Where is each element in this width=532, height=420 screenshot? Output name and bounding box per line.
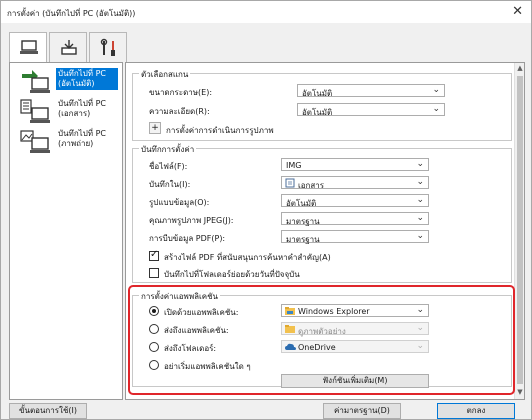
subfolder-checkbox[interactable] — [149, 268, 159, 278]
list-item-label: บันทึกไปที่ PC (เอกสาร) — [58, 99, 106, 118]
pdf-compression-select[interactable]: มาตรฐาน ⌄ — [281, 230, 429, 244]
tab-scan-to-pc[interactable] — [9, 32, 47, 63]
keyword-pdf-label: สร้างไฟล์ PDF ที่สนับสนุนการค้นหาคำสำคัญ… — [164, 253, 331, 262]
scan-mode-list: บันทึกไปที่ PC (อัตโนมัติ) บันทึกไปที่ P… — [9, 62, 123, 400]
keyword-pdf-row: ✓ สร้างไฟล์ PDF ที่สนับสนุนการค้นหาคำสำค… — [149, 249, 505, 263]
settings-window: การตั้งค่า (บันทึกไปที่ PC (อัตโนมัติ)) … — [0, 0, 532, 420]
paper-size-label: ขนาดกระดาษ(E): — [149, 88, 213, 97]
resolution-row: ความละเอียด(R): อัตโนมัติ ⌄ — [149, 103, 505, 117]
pc-document-icon — [20, 99, 50, 123]
chevron-down-icon: ⌄ — [416, 195, 424, 205]
jpeg-quality-label: คุณภาพรูปภาพ JPEG(J): — [149, 216, 234, 225]
file-name-label: ชื่อไฟล์(F): — [149, 162, 188, 171]
defaults-button[interactable]: ค่ามาตรฐาน(D) — [323, 403, 401, 419]
keyword-pdf-checkbox[interactable]: ✓ — [149, 249, 159, 261]
list-item-document[interactable]: บันทึกไปที่ PC (เอกสาร) — [12, 96, 120, 130]
window-title: การตั้งค่า (บันทึกไปที่ PC (อัตโนมัติ)) — [7, 9, 136, 18]
select-value: อัตโนมัติ — [302, 108, 333, 117]
data-format-label: รูปแบบข้อมูล(O): — [149, 198, 210, 207]
select-value: อัตโนมัติ — [286, 199, 317, 208]
list-item-photo[interactable]: บันทึกไปที่ PC (ภาพถ่าย) — [12, 126, 120, 160]
data-format-select[interactable]: อัตโนมัติ ⌄ — [281, 194, 429, 208]
ok-button[interactable]: ตกลง — [437, 403, 515, 419]
list-item-label: บันทึกไปที่ PC (ภาพถ่าย) — [58, 129, 106, 148]
image-processing-row: + การตั้งค่าการดำเนินการรูปภาพ — [149, 122, 505, 136]
file-name-row: ชื่อไฟล์(F): IMG ⌄ — [149, 158, 505, 172]
general-settings-tools-icon — [100, 38, 115, 56]
paper-size-row: ขนาดกระดาษ(E): อัตโนมัติ ⌄ — [149, 84, 505, 98]
title-bar: การตั้งค่า (บันทึกไปที่ PC (อัตโนมัติ)) … — [1, 1, 531, 23]
resolution-select[interactable]: อัตโนมัติ ⌄ — [297, 103, 445, 117]
documents-folder-icon — [285, 178, 295, 188]
group-title: ตัวเลือกสแกน — [139, 68, 191, 81]
data-format-row: รูปแบบข้อมูล(O): อัตโนมัติ ⌄ — [149, 194, 505, 208]
chevron-down-icon: ⌄ — [432, 85, 440, 95]
input-value: IMG — [286, 161, 302, 170]
scan-from-operation-panel-icon — [61, 40, 77, 55]
jpeg-quality-select[interactable]: มาตรฐาน ⌄ — [281, 212, 429, 226]
select-value: มาตรฐาน — [286, 235, 320, 244]
list-item-auto[interactable]: บันทึกไปที่ PC (อัตโนมัติ) — [12, 66, 120, 100]
chevron-down-icon: ⌄ — [416, 177, 424, 187]
scroll-thumb[interactable] — [517, 76, 523, 384]
subfolder-row: บันทึกไปที่โฟลเดอร์ย่อยด้วยวันที่ปัจจุบั… — [149, 266, 505, 280]
image-processing-label: การตั้งค่าการดำเนินการรูปภาพ — [166, 126, 274, 135]
save-settings-group: บันทึกการตั้งค่า ชื่อไฟล์(F): IMG ⌄ บันท… — [132, 143, 512, 283]
check-icon: ✓ — [150, 249, 159, 260]
tab-general-settings[interactable] — [89, 32, 127, 62]
pdf-compression-label: การบีบข้อมูล PDF(P): — [149, 234, 226, 243]
chevron-down-icon: ⌄ — [432, 104, 440, 114]
select-value: เอกสาร — [298, 181, 325, 190]
pdf-compression-row: การบีบข้อมูล PDF(P): มาตรฐาน ⌄ — [149, 230, 505, 244]
vertical-scrollbar[interactable]: ▲ ▼ — [514, 63, 524, 399]
save-in-row: บันทึกใน(I): เอกสาร ⌄ — [149, 176, 505, 190]
jpeg-quality-row: คุณภาพรูปภาพ JPEG(J): มาตรฐาน ⌄ — [149, 212, 505, 226]
resolution-label: ความละเอียด(R): — [149, 107, 210, 116]
group-title: บันทึกการตั้งค่า — [139, 143, 197, 156]
select-value: มาตรฐาน — [286, 217, 320, 226]
chevron-down-icon: ⌄ — [416, 159, 424, 169]
instructions-button[interactable]: ขั้นตอนการใช้(I) — [9, 403, 87, 419]
scroll-down-icon[interactable]: ▼ — [516, 388, 524, 398]
save-in-label: บันทึกใน(I): — [149, 180, 191, 189]
scan-options-group: ตัวเลือกสแกน ขนาดกระดาษ(E): อัตโนมัติ ⌄ … — [132, 68, 512, 141]
paper-size-select[interactable]: อัตโนมัติ ⌄ — [297, 84, 445, 98]
expand-button[interactable]: + — [149, 122, 161, 134]
chevron-down-icon: ⌄ — [416, 231, 424, 241]
pc-photo-icon — [20, 130, 50, 153]
scan-to-pc-icon — [20, 40, 38, 54]
scroll-up-icon[interactable]: ▲ — [516, 64, 524, 74]
tab-scan-from-operation-panel[interactable] — [49, 32, 87, 62]
select-value: อัตโนมัติ — [302, 89, 333, 98]
pc-auto-icon — [22, 70, 50, 93]
list-item-label: บันทึกไปที่ PC (อัตโนมัติ) — [56, 68, 118, 90]
close-icon[interactable]: ✕ — [512, 4, 523, 19]
save-in-select[interactable]: เอกสาร ⌄ — [281, 176, 429, 190]
chevron-down-icon: ⌄ — [416, 213, 424, 223]
file-name-input[interactable]: IMG ⌄ — [281, 158, 429, 171]
highlight-box — [128, 285, 515, 395]
subfolder-label: บันทึกไปที่โฟลเดอร์ย่อยด้วยวันที่ปัจจุบั… — [164, 270, 300, 279]
